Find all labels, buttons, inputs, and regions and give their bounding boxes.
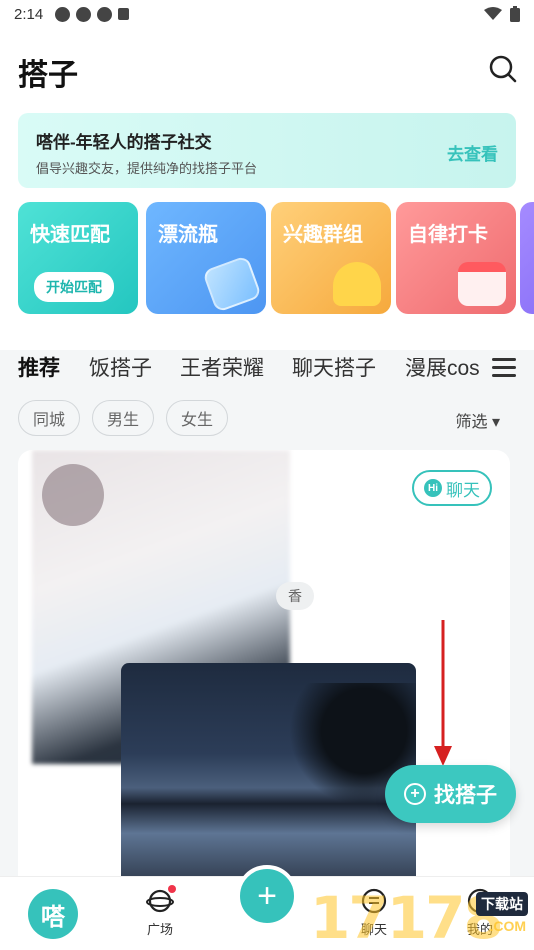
nav-square[interactable]: 广场	[120, 885, 200, 938]
card-label: 自律打卡	[408, 224, 488, 246]
card-label: 快速匹配	[30, 224, 110, 246]
drift-bottle-card[interactable]: 漂流瓶	[146, 202, 266, 314]
notification-dot	[168, 885, 176, 893]
chat-button-label: 聊天	[446, 480, 480, 500]
banner-title: 嗒伴-年轻人的搭子社交	[36, 133, 212, 152]
top-section: 搭子 嗒伴-年轻人的搭子社交 倡导兴趣交友，提供纯净的找搭子平台 去查看 快速匹…	[0, 28, 534, 350]
planet-icon	[146, 885, 176, 915]
card-label: 兴趣群组	[283, 224, 363, 246]
bell-icon	[333, 262, 381, 306]
hi-icon: Hi	[424, 479, 442, 497]
status-bar: 2:14	[0, 0, 534, 28]
self-discipline-card[interactable]: 自律打卡	[396, 202, 516, 314]
plus-circle-icon: +	[404, 783, 426, 805]
status-time: 2:14	[14, 5, 44, 23]
wifi-icon	[484, 7, 502, 20]
chip-female[interactable]: 女生	[166, 400, 228, 436]
chat-button[interactable]: Hi 聊天	[412, 470, 492, 506]
nav-home-button[interactable]: 嗒	[28, 889, 78, 939]
filter-bar: 同城 男生 女生 筛选 ▾	[0, 400, 534, 438]
post-tag: 香	[276, 582, 314, 610]
quick-match-card[interactable]: 快速匹配 开始匹配	[18, 202, 138, 314]
feature-cards: 快速匹配 开始匹配 漂流瓶 兴趣群组 自律打卡	[18, 202, 534, 314]
filter-dropdown[interactable]: 筛选 ▾	[456, 408, 500, 432]
find-buddy-button[interactable]: + 找搭子	[385, 765, 516, 823]
red-arrow-annotation	[434, 620, 452, 766]
more-card[interactable]	[520, 202, 534, 314]
app-notification-icon	[76, 6, 92, 22]
app-notification-icon	[118, 8, 130, 20]
chip-male[interactable]: 男生	[92, 400, 154, 436]
post-photo[interactable]	[121, 663, 416, 890]
category-tabs: 推荐 饭搭子 王者荣耀 聊天搭子 漫展cos	[0, 350, 534, 390]
app-notification-icon	[97, 6, 113, 22]
promo-banner[interactable]: 嗒伴-年轻人的搭子社交 倡导兴趣交友，提供纯净的找搭子平台 去查看	[18, 113, 516, 188]
tab-honor-of-kings[interactable]: 王者荣耀	[180, 352, 264, 382]
menu-icon[interactable]	[492, 358, 516, 378]
tab-chat-buddy[interactable]: 聊天搭子	[292, 352, 376, 382]
avatar[interactable]	[42, 464, 104, 526]
app-notification-icon	[55, 6, 71, 22]
add-post-button[interactable]: +	[236, 865, 298, 927]
tab-comic-expo[interactable]: 漫展cos	[405, 352, 480, 382]
notification-icons	[55, 6, 130, 22]
tab-recommend[interactable]: 推荐	[18, 352, 60, 382]
interest-group-card[interactable]: 兴趣群组	[271, 202, 391, 314]
checkin-calendar-icon	[458, 262, 506, 306]
find-buddy-label: 找搭子	[434, 784, 497, 807]
watermark-number: 17178	[310, 884, 504, 950]
search-icon[interactable]	[488, 54, 518, 84]
site-watermark: 17178 下载站 .COM	[310, 884, 534, 950]
nav-square-label: 广场	[146, 922, 173, 937]
chip-same-city[interactable]: 同城	[18, 400, 80, 436]
start-match-button[interactable]: 开始匹配	[34, 272, 114, 302]
battery-icon	[510, 6, 520, 22]
watermark-domain: .COM	[489, 918, 526, 934]
watermark-tag: 下载站	[476, 892, 528, 916]
banner-view-link[interactable]: 去查看	[447, 140, 498, 165]
page-title: 搭子	[18, 59, 78, 92]
card-label: 漂流瓶	[158, 224, 218, 246]
banner-subtitle: 倡导兴趣交友，提供纯净的找搭子平台	[36, 161, 258, 176]
bottle-icon	[201, 255, 263, 313]
tab-meal-buddy[interactable]: 饭搭子	[89, 352, 152, 382]
